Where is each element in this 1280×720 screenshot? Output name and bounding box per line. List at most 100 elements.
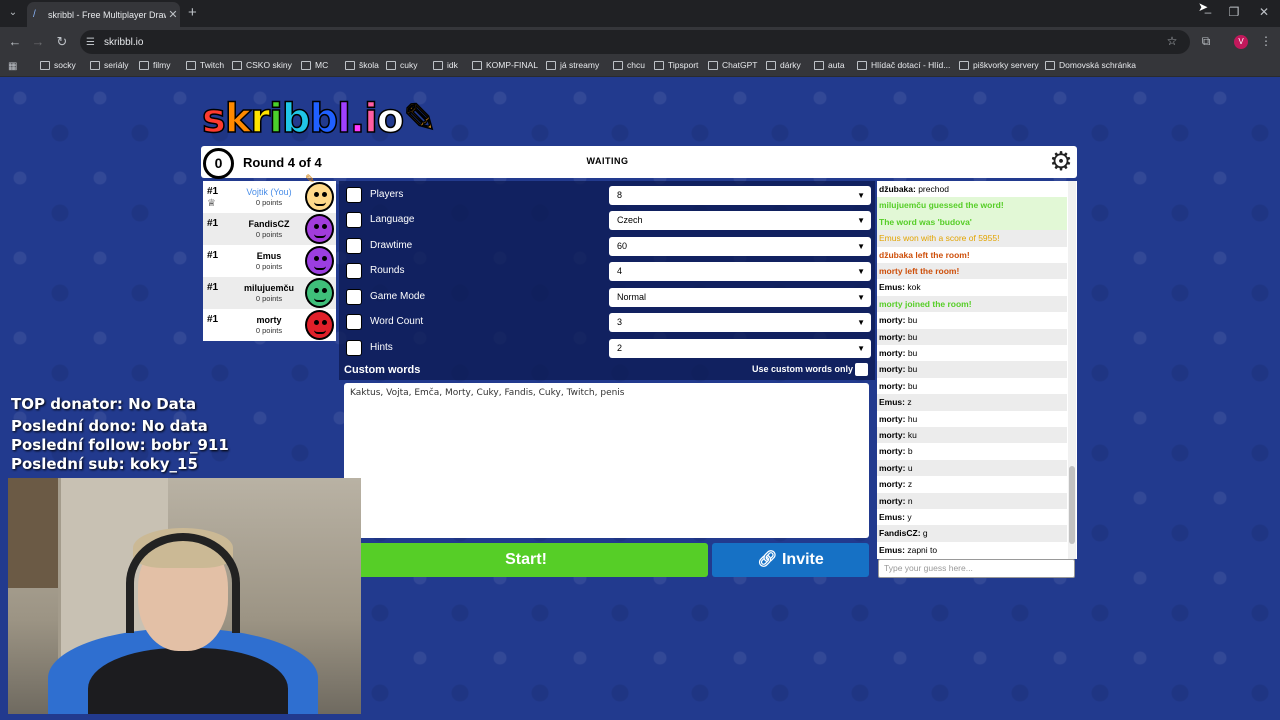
bookmark-item[interactable]: Twitch	[186, 60, 224, 70]
logo-letter: k	[224, 95, 252, 143]
setting-select[interactable]: Czech ▼	[609, 211, 871, 230]
bookmark-label: Tipsport	[668, 60, 699, 70]
setting-row: Word Count 3 ▼	[339, 311, 875, 333]
back-icon[interactable]: ←	[7, 34, 23, 49]
player-row[interactable]: #1 Emus 0 points	[203, 245, 336, 277]
chat-text: džubaka left the room!	[879, 249, 970, 260]
setting-select[interactable]: Normal ▼	[609, 288, 871, 307]
profile-avatar[interactable]: V	[1234, 35, 1248, 49]
chat-text: zapni to	[904, 544, 938, 555]
chat-message: milujuemču guessed the word!	[877, 197, 1067, 214]
player-row[interactable]: #1 morty 0 points	[203, 309, 336, 341]
setting-value: 4	[617, 266, 623, 276]
invite-label: Invite	[781, 551, 824, 568]
bookmark-item[interactable]: filmy	[139, 60, 170, 70]
bookmark-item[interactable]: dárky	[766, 60, 801, 70]
folder-icon	[345, 60, 355, 70]
bookmark-item[interactable]: CSKO skiny	[232, 60, 292, 70]
chat-text: The word was 'budova'	[879, 216, 972, 227]
bookmark-item[interactable]: seriály	[90, 60, 129, 70]
player-list: #1 ♕ Vojtik (You) 0 points #1 FandisCZ 0 point…	[203, 181, 336, 341]
bookmark-label: dárky	[780, 60, 801, 70]
chat-panel: džubaka: prechod milujuemču guessed the w…	[877, 181, 1077, 559]
bookmark-item[interactable]: socky	[40, 60, 76, 70]
bookmark-item[interactable]: idk	[433, 60, 458, 70]
url-field[interactable]: ☰ skribbl.io	[80, 30, 1190, 54]
player-rank: #1	[207, 218, 219, 229]
chat-author: FandisCZ:	[879, 528, 921, 539]
players-icon	[346, 187, 362, 203]
chat-message: morty: bu	[877, 345, 1067, 361]
bookmark-label: Domovská schránka	[1059, 60, 1137, 70]
bookmark-item[interactable]: auta	[814, 60, 845, 70]
setting-select[interactable]: 60 ▼	[609, 237, 871, 256]
avatar-eye	[314, 256, 319, 261]
setting-select[interactable]: 4 ▼	[609, 262, 871, 281]
bookmark-item[interactable]: KOMP-FINAL	[472, 60, 538, 70]
reload-icon[interactable]: ↻	[54, 34, 70, 50]
bookmark-item[interactable]: Domovská schránka	[1045, 60, 1136, 70]
rounds-icon	[346, 263, 362, 279]
bookmark-item[interactable]: škola	[345, 60, 379, 70]
bookmark-item[interactable]: piškvorky servery	[959, 60, 1039, 70]
custom-words-textarea[interactable]: Kaktus, Vojta, Emča, Morty, Cuky, Fandis…	[344, 383, 869, 538]
setting-select[interactable]: 3 ▼	[609, 313, 871, 332]
setting-row: Rounds 4 ▼	[339, 260, 875, 282]
webcam-feed	[8, 478, 361, 714]
tab-close-icon[interactable]: ✕	[166, 8, 180, 21]
tab-title: skribbl - Free Multiplayer Drawin	[48, 9, 166, 20]
bookmark-item[interactable]: Tipsport	[654, 60, 698, 70]
chat-author: Emus:	[879, 512, 905, 522]
game-mode-icon	[346, 289, 362, 305]
setting-value: 8	[617, 190, 623, 200]
window-close-icon[interactable]: ✕	[1256, 5, 1272, 19]
bookmark-label: seriály	[104, 60, 129, 70]
chat-text: b	[905, 446, 913, 457]
chat-scrollbar-thumb[interactable]	[1069, 466, 1075, 544]
apps-grid-icon[interactable]: ▦	[8, 61, 17, 72]
bookmark-item[interactable]: chcu	[613, 60, 645, 70]
custom-words-only-checkbox[interactable]	[855, 363, 868, 376]
chevron-down-icon: ▼	[857, 344, 865, 353]
invite-button[interactable]: 🔗︎ Invite	[712, 543, 869, 577]
setting-select[interactable]: 2 ▼	[609, 339, 871, 358]
player-row[interactable]: #1 milujuemču 0 points	[203, 277, 336, 309]
bookmark-item[interactable]: cuky	[386, 60, 417, 70]
player-name: morty	[256, 315, 282, 325]
browser-tab[interactable]: / skribbl - Free Multiplayer Drawin ✕	[27, 2, 180, 27]
forward-icon[interactable]: →	[30, 34, 46, 49]
bookmark-item[interactable]: MC	[301, 60, 328, 70]
setting-select[interactable]: 8 ▼	[609, 186, 871, 205]
chat-author: morty:	[879, 495, 906, 506]
player-row[interactable]: #1 FandisCZ 0 points	[203, 213, 336, 245]
logo-letter: i	[268, 95, 283, 143]
chat-author: morty:	[879, 462, 906, 473]
setting-label: Rounds	[370, 265, 405, 276]
bookmark-item[interactable]: ChatGPT	[708, 60, 757, 70]
restore-icon[interactable]: ❐	[1226, 5, 1242, 19]
site-info-icon[interactable]: ☰	[86, 37, 95, 48]
menu-icon[interactable]: ⋮	[1258, 34, 1274, 48]
start-button[interactable]: Start!	[344, 543, 708, 577]
chat-message: morty: bu	[877, 361, 1067, 378]
player-row[interactable]: #1 ♕ Vojtik (You) 0 points	[203, 181, 336, 213]
bookmark-item[interactable]: Hlídač dotací - Hlíd...	[857, 60, 950, 70]
hints-icon	[346, 340, 362, 356]
chat-message: morty: hu	[877, 411, 1067, 427]
bookmark-label: cuky	[400, 60, 418, 70]
settings-gear-icon[interactable]: ⚙	[1046, 146, 1076, 176]
logo-letter: o	[376, 95, 405, 143]
extensions-icon[interactable]: ⧉	[1198, 34, 1214, 49]
bookmark-label: filmy	[153, 60, 171, 70]
bookmark-item[interactable]: já streamy	[546, 60, 599, 70]
language-icon	[346, 212, 362, 228]
player-name: Vojtik (You)	[246, 187, 292, 197]
chat-author: morty:	[879, 446, 906, 457]
chat-message: Emus won with a score of 5955!	[877, 230, 1067, 247]
chat-message: Emus: kok	[877, 279, 1067, 295]
tab-search-icon[interactable]: ⌄	[6, 7, 20, 21]
chat-author: morty:	[879, 479, 906, 490]
bookmark-star-icon[interactable]: ☆	[1164, 34, 1180, 48]
guess-input[interactable]: Type your guess here...	[878, 559, 1075, 578]
new-tab-icon[interactable]: +	[188, 4, 197, 21]
